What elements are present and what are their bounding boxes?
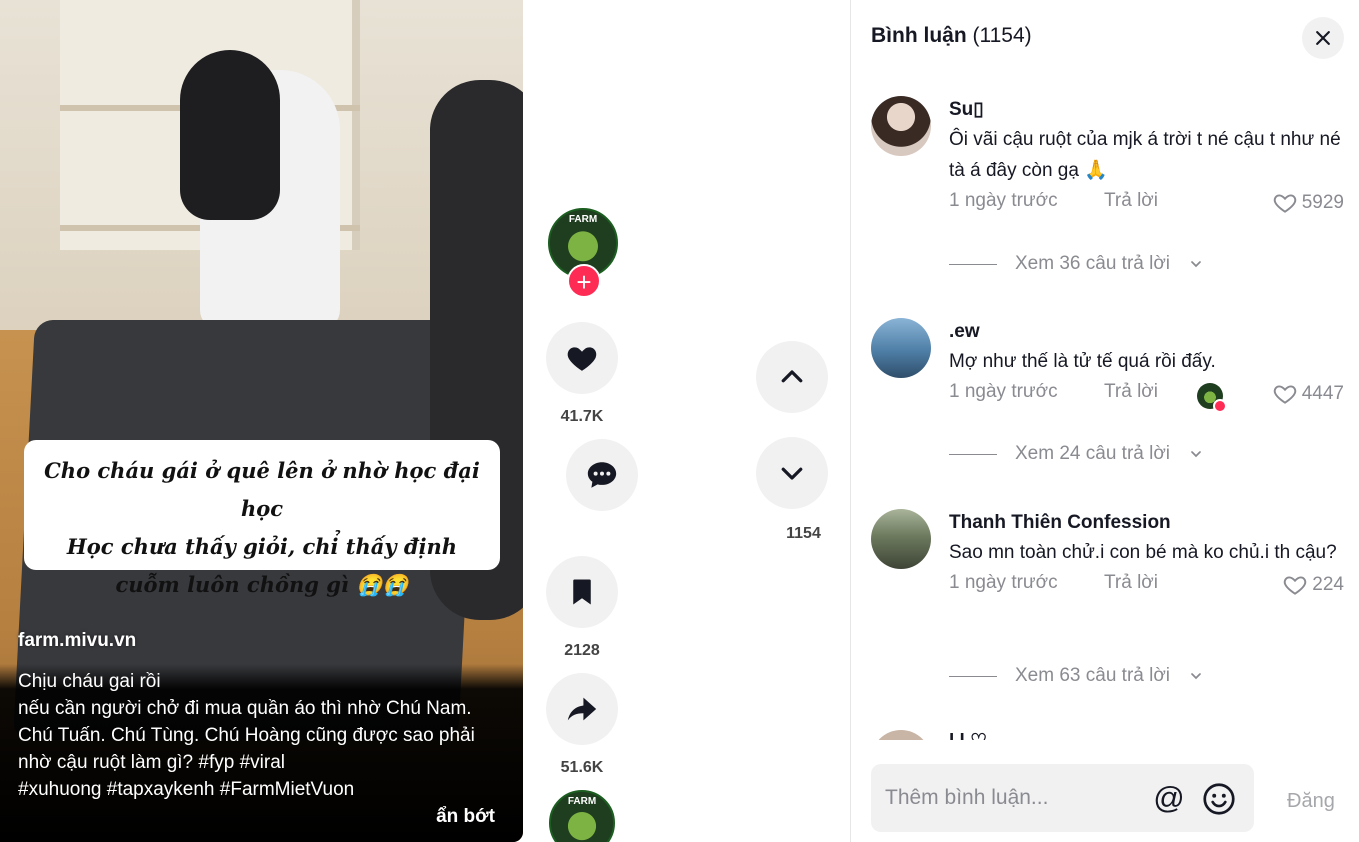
- comment-like-count: 224: [1312, 574, 1344, 595]
- reply-button[interactable]: Trả lời: [1104, 381, 1158, 403]
- favorite-button[interactable]: [546, 556, 618, 628]
- replies-divider: [949, 263, 997, 265]
- like-button[interactable]: [546, 322, 618, 394]
- comment-like-button[interactable]: 4447: [1272, 381, 1344, 407]
- video-frame-hair: [180, 50, 280, 220]
- comment-date: 1 ngày trước: [949, 572, 1058, 593]
- comment-username[interactable]: l.l.♡: [949, 730, 987, 740]
- video-player[interactable]: Cho cháu gái ở quê lên ở nhờ học đại học…: [0, 0, 523, 842]
- share-count: 51.6K: [560, 759, 604, 776]
- like-action: 41.7K: [546, 322, 618, 438]
- caption-line: cuỗm luôn chồng gì 😭😭: [115, 572, 409, 597]
- view-replies-label: Xem 24 câu trả lời: [1015, 443, 1171, 464]
- heart-outline-icon: [1273, 385, 1296, 404]
- heart-outline-icon: [1284, 576, 1307, 595]
- chevron-down-icon: [1191, 673, 1201, 680]
- music-creator-avatar[interactable]: FARM: [549, 790, 615, 842]
- comment-text: Sao mn toàn chử.i con bé mà ko chủ.i th …: [949, 542, 1337, 563]
- chevron-down-icon: [1191, 451, 1201, 458]
- view-replies-label: Xem 63 câu trả lời: [1015, 665, 1171, 686]
- chevron-down-icon: [1191, 261, 1201, 268]
- avatar-logo-text: FARM: [568, 214, 598, 225]
- commenter-avatar[interactable]: [871, 730, 931, 740]
- creator-avatar[interactable]: FARM +: [548, 208, 618, 298]
- comment-body: Thanh Thiên Confession Sao mn toàn chử.i…: [949, 509, 1344, 602]
- share-action: 51.6K: [546, 673, 618, 789]
- comment-meta: 1 ngày trước Trả lời 224: [949, 572, 1344, 602]
- comment-username[interactable]: Su​▯: [949, 96, 1344, 124]
- description-text: Chịu cháu gai rồi nếu cần người chở đi m…: [18, 671, 475, 800]
- comment-input[interactable]: [885, 764, 1140, 832]
- previous-video-button[interactable]: [756, 341, 828, 413]
- share-arrow-icon: [567, 697, 597, 721]
- comment-body: .ew Mợ như thế là tử tế quá rồi đấy. 1 n…: [949, 318, 1344, 413]
- commenter-avatar[interactable]: [871, 318, 931, 378]
- replies-divider: [949, 453, 997, 455]
- comment-button[interactable]: [566, 439, 638, 511]
- comment-username[interactable]: Thanh Thiên Confession: [949, 509, 1344, 537]
- reply-button[interactable]: Trả lời: [1104, 572, 1158, 594]
- close-icon: [1316, 31, 1330, 45]
- next-video-button[interactable]: [756, 437, 828, 509]
- heart-outline-icon: [1273, 194, 1296, 213]
- comments-total-count: (1154): [972, 24, 1032, 47]
- emoji-smile-icon: [1203, 783, 1235, 815]
- avatar-logo-text: FARM: [567, 796, 597, 807]
- share-button[interactable]: [546, 673, 618, 745]
- emoji-button[interactable]: [1201, 781, 1237, 817]
- view-replies-button[interactable]: Xem 36 câu trả lời: [949, 253, 1204, 275]
- comment-date: 1 ngày trước: [949, 190, 1058, 211]
- view-replies-button[interactable]: Xem 63 câu trả lời: [949, 665, 1204, 687]
- video-caption-overlay: Cho cháu gái ở quê lên ở nhờ học đại học…: [24, 440, 500, 597]
- comment-item-partial: l.l.♡: [871, 728, 1351, 740]
- chevron-up-icon: [781, 370, 803, 383]
- mention-button[interactable]: @: [1151, 781, 1187, 817]
- post-comment-button[interactable]: Đăng: [1287, 790, 1335, 813]
- comment-text: Mợ như thế là tử tế quá rồi đấy.: [949, 351, 1216, 372]
- commenter-avatar[interactable]: [871, 96, 931, 156]
- comment-username[interactable]: .ew: [949, 318, 1344, 346]
- video-watermark: farm.mivu.vn: [18, 630, 137, 651]
- heart-icon: [567, 347, 597, 371]
- comment-bubble-icon: [587, 462, 617, 488]
- reply-button[interactable]: Trả lời: [1104, 190, 1158, 212]
- chevron-down-icon: [781, 467, 803, 480]
- view-replies-button[interactable]: Xem 24 câu trả lời: [949, 443, 1204, 465]
- comment-meta: 1 ngày trước Trả lời 4447: [949, 381, 1344, 413]
- save-action: 2128: [546, 556, 618, 672]
- see-less-link[interactable]: ẩn bớt: [436, 803, 495, 830]
- comment-like-count: 4447: [1301, 383, 1344, 404]
- comment-like-button[interactable]: 224: [1282, 572, 1344, 598]
- comments-title-label: Bình luận: [871, 24, 967, 47]
- comment-like-count: 5929: [1301, 192, 1344, 213]
- like-count: 41.7K: [560, 408, 604, 425]
- close-comments-button[interactable]: [1302, 17, 1344, 59]
- follow-button[interactable]: +: [567, 264, 601, 298]
- comment-input-bar: @: [871, 764, 1254, 832]
- view-replies-label: Xem 36 câu trả lời: [1015, 253, 1171, 274]
- video-description: Chịu cháu gai rồi nếu cần người chở đi m…: [0, 664, 523, 842]
- comments-title: Bình luận (1154): [871, 24, 1032, 48]
- comment-text: Ôi vãi cậu ruột của mjk á trời t né cậu …: [949, 129, 1341, 181]
- heart-badge-icon: [1213, 399, 1227, 413]
- creator-liked-badge: [1197, 383, 1227, 413]
- comment-date: 1 ngày trước: [949, 381, 1058, 402]
- caption-line: Cho cháu gái ở quê lên ở nhờ học đại học: [44, 458, 480, 521]
- save-count: 2128: [564, 642, 600, 659]
- caption-line: Học chưa thấy giỏi, chỉ thấy định: [66, 534, 458, 559]
- comment-body: Su​▯ Ôi vãi cậu ruột của mjk á trời t né…: [949, 96, 1344, 220]
- comment-meta: 1 ngày trước Trả lời 5929: [949, 190, 1344, 220]
- commenter-avatar[interactable]: [871, 509, 931, 569]
- comment-like-button[interactable]: 5929: [1272, 190, 1344, 216]
- tiktok-video-page: Cho cháu gái ở quê lên ở nhờ học đại học…: [0, 0, 1359, 842]
- comments-panel: Bình luận (1154) Su​▯ Ôi vãi cậu ruột củ…: [850, 0, 1359, 842]
- bookmark-icon: [573, 579, 591, 605]
- replies-divider: [949, 675, 997, 677]
- action-bar: FARM + 41.7K 1154 2128 51.6K: [546, 208, 821, 776]
